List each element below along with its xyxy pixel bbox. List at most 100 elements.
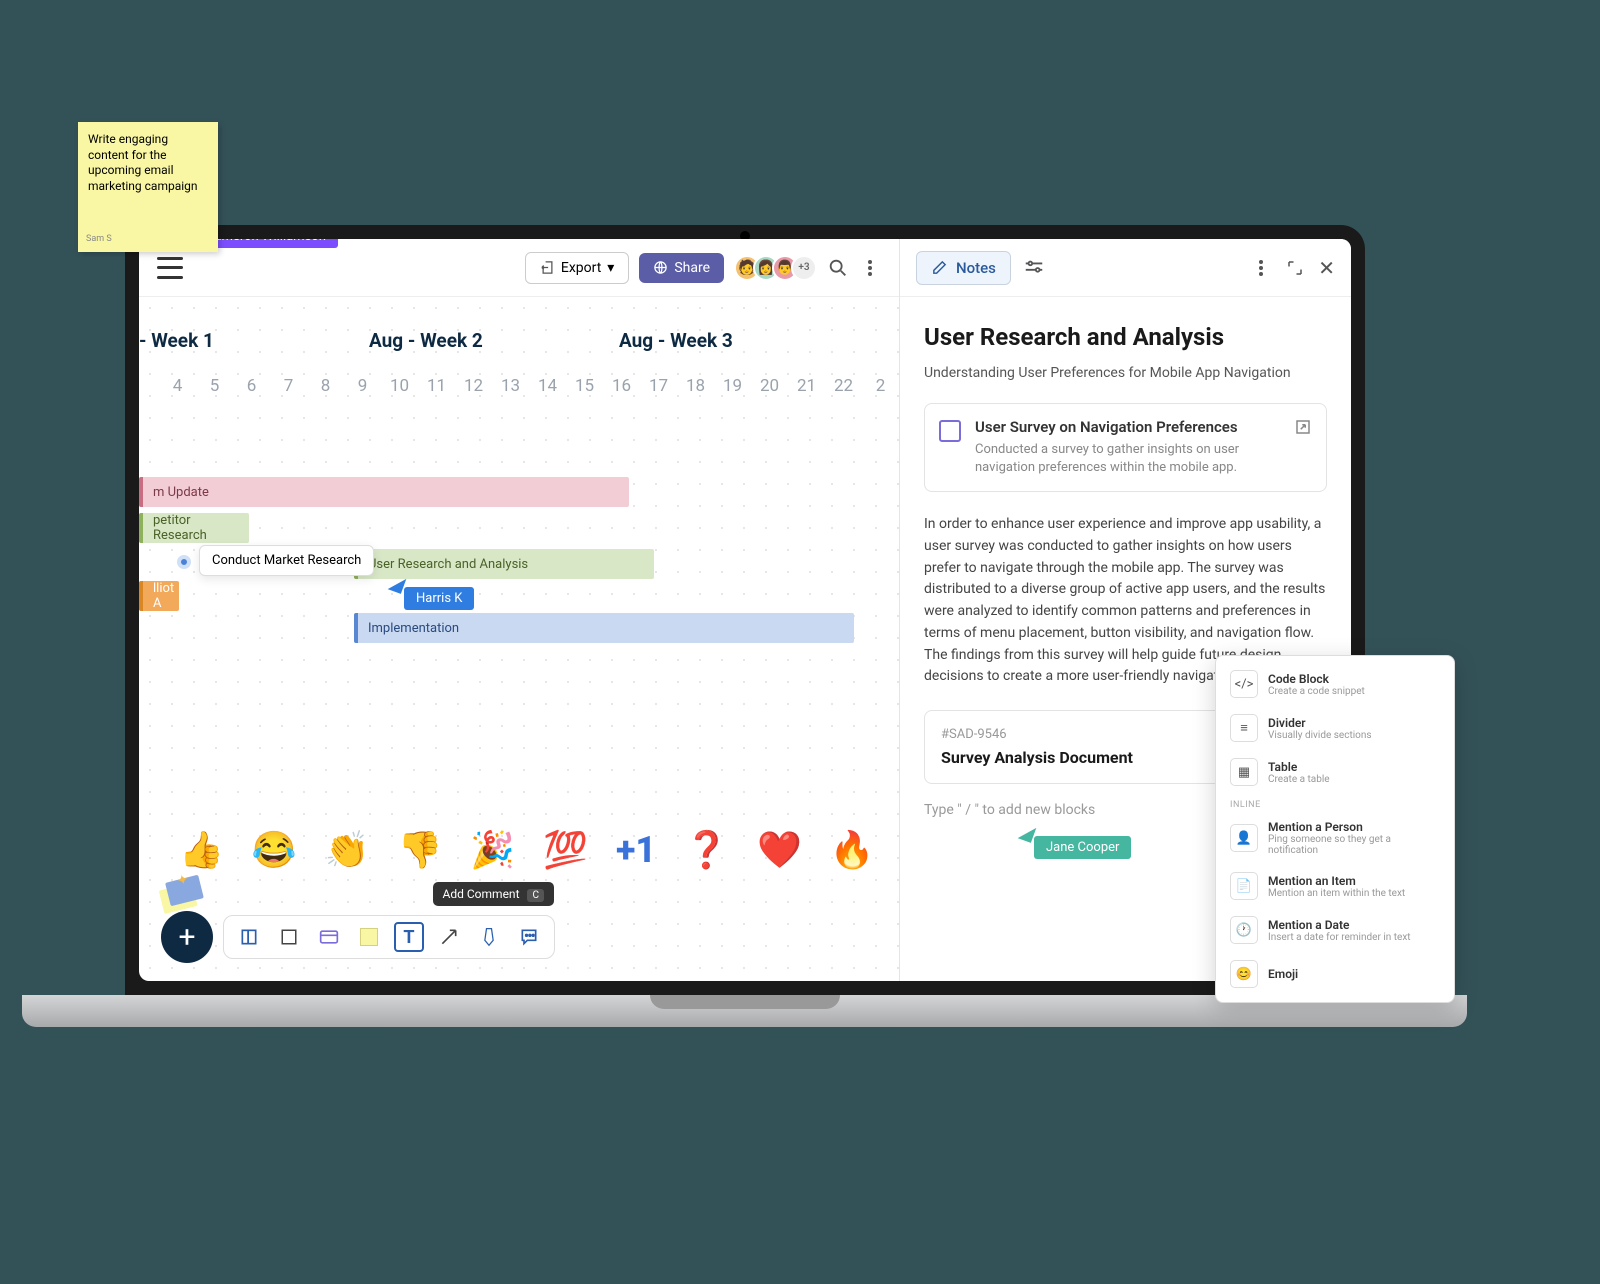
sticky-note[interactable]: Write engaging content for the upcoming … [78,122,218,252]
highlighter-tool-icon[interactable] [474,922,504,952]
bottom-toolbar: + T Add Comment C [161,911,555,963]
day: 19 [714,376,751,396]
export-icon [540,260,555,275]
slash-title: Emoji [1268,967,1298,981]
day: 2 [862,376,899,396]
day: 17 [640,376,677,396]
comment-tool-icon[interactable] [514,922,544,952]
tooltip-label: Add Comment [443,887,520,901]
day: 13 [492,376,529,396]
menu-icon[interactable] [157,257,183,279]
user-cursor-jane: Jane Cooper [1034,836,1131,859]
slash-title: Divider [1268,716,1372,730]
task-label: petitor Research [153,513,239,543]
task-bar[interactable]: lliot A [139,581,179,611]
slash-title: Code Block [1268,672,1365,686]
cursor-name: Harris K [416,591,462,606]
checkbox[interactable] [939,420,961,442]
notes-button[interactable]: Notes [916,251,1011,285]
day: 18 [677,376,714,396]
task-handle[interactable] [177,555,191,569]
day: 4 [159,376,196,396]
edit-icon [931,259,948,276]
day: 11 [418,376,455,396]
more-icon[interactable] [1250,257,1272,279]
day: 9 [344,376,381,396]
topbar-right: Export ▾ Share 🧑 👩 👨 +3 [525,252,881,284]
day: 7 [270,376,307,396]
notes-label: Notes [956,259,996,277]
person-icon: 👤 [1230,824,1258,852]
avatar-group[interactable]: 🧑 👩 👨 +3 [734,255,817,281]
tool-group: T Add Comment C [223,915,555,959]
emoji-clap[interactable]: 👏 [325,829,370,871]
more-icon[interactable] [859,257,881,279]
timeline[interactable]: - Week 1 Aug - Week 2 Aug - Week 3 45678… [139,297,899,981]
expand-icon[interactable] [1286,259,1304,277]
day: 10 [381,376,418,396]
frame-tool-icon[interactable] [234,922,264,952]
export-button[interactable]: Export ▾ [525,252,629,284]
slash-item-mention-date[interactable]: 🕐 Mention a DateInsert a date for remind… [1216,908,1454,952]
day: 16 [603,376,640,396]
search-icon[interactable] [827,257,849,279]
emoji-question[interactable]: ❓ [684,829,729,871]
slash-desc: Visually divide sections [1268,730,1372,741]
task-bar[interactable]: m Update [139,477,629,507]
emoji-laugh[interactable]: 😂 [252,829,297,871]
table-icon: ▦ [1230,758,1258,786]
slash-section-label: INLINE [1216,794,1454,812]
emoji-fire[interactable]: 🔥 [830,829,875,871]
date-icon: 🕐 [1230,916,1258,944]
emoji-heart[interactable]: ❤️ [757,829,802,871]
slash-item-mention-item[interactable]: 📄 Mention an ItemMention an item within … [1216,864,1454,908]
day: 15 [566,376,603,396]
slash-item-divider[interactable]: ≡ DividerVisually divide sections [1216,706,1454,750]
slash-desc: Create a code snippet [1268,686,1365,697]
close-icon[interactable]: ✕ [1318,256,1335,280]
emoji-thumbs-up[interactable]: 👍 [179,829,224,871]
slash-item-table[interactable]: ▦ TableCreate a table [1216,750,1454,794]
emoji-plus-one[interactable]: +1 [616,829,656,871]
slash-menu[interactable]: </> Code BlockCreate a code snippet ≡ Di… [1215,655,1455,1003]
laptop-frame: Export ▾ Share 🧑 👩 👨 +3 [125,225,1365,995]
emoji-party[interactable]: 🎉 [470,829,515,871]
text-tool-icon[interactable]: T [394,922,424,952]
screen: Export ▾ Share 🧑 👩 👨 +3 [139,239,1351,981]
slash-desc: Ping someone so they get a notification [1268,834,1440,856]
comment-tooltip: Add Comment C [433,882,554,906]
arrow-tool-icon[interactable] [434,922,464,952]
task-bar[interactable]: Implementation [354,613,854,643]
task-bar[interactable]: petitor Research [139,513,249,543]
survey-desc: Conducted a survey to gather insights on… [975,441,1280,477]
open-icon[interactable] [1294,418,1312,436]
week-label: Aug - Week 3 [619,329,869,352]
day: 8 [307,376,344,396]
day: 22 [825,376,862,396]
avatar-more[interactable]: +3 [791,255,817,281]
share-button[interactable]: Share [639,253,724,283]
task-bar[interactable]: User Research and Analysis [354,549,654,579]
sticky-text: Write engaging content for the upcoming … [88,132,198,193]
slash-desc: Mention an item within the text [1268,888,1405,899]
filter-icon[interactable] [1023,257,1045,279]
export-label: Export [561,260,601,276]
slash-title: Mention a Date [1268,918,1411,932]
day: 20 [751,376,788,396]
canvas-panel: Export ▾ Share 🧑 👩 👨 +3 [139,239,899,981]
survey-card[interactable]: User Survey on Navigation Preferences Co… [924,403,1327,492]
slash-title: Mention an Item [1268,874,1405,888]
task-label: User Research and Analysis [368,557,528,572]
rectangle-tool-icon[interactable] [274,922,304,952]
slash-item-code-block[interactable]: </> Code BlockCreate a code snippet [1216,662,1454,706]
user-cursor-harris: Harris K [404,587,474,610]
day: 12 [455,376,492,396]
card-tool-icon[interactable] [314,922,344,952]
slash-item-emoji[interactable]: 😊 Emoji [1216,952,1454,996]
panel-subtitle: Understanding User Preferences for Mobil… [924,365,1327,381]
slash-item-mention-person[interactable]: 👤 Mention a PersonPing someone so they g… [1216,812,1454,864]
emoji-thumbs-down[interactable]: 👎 [397,829,442,871]
add-button[interactable]: + [161,911,213,963]
emoji-100[interactable]: 💯 [543,829,588,871]
sticky-tool-icon[interactable] [354,922,384,952]
